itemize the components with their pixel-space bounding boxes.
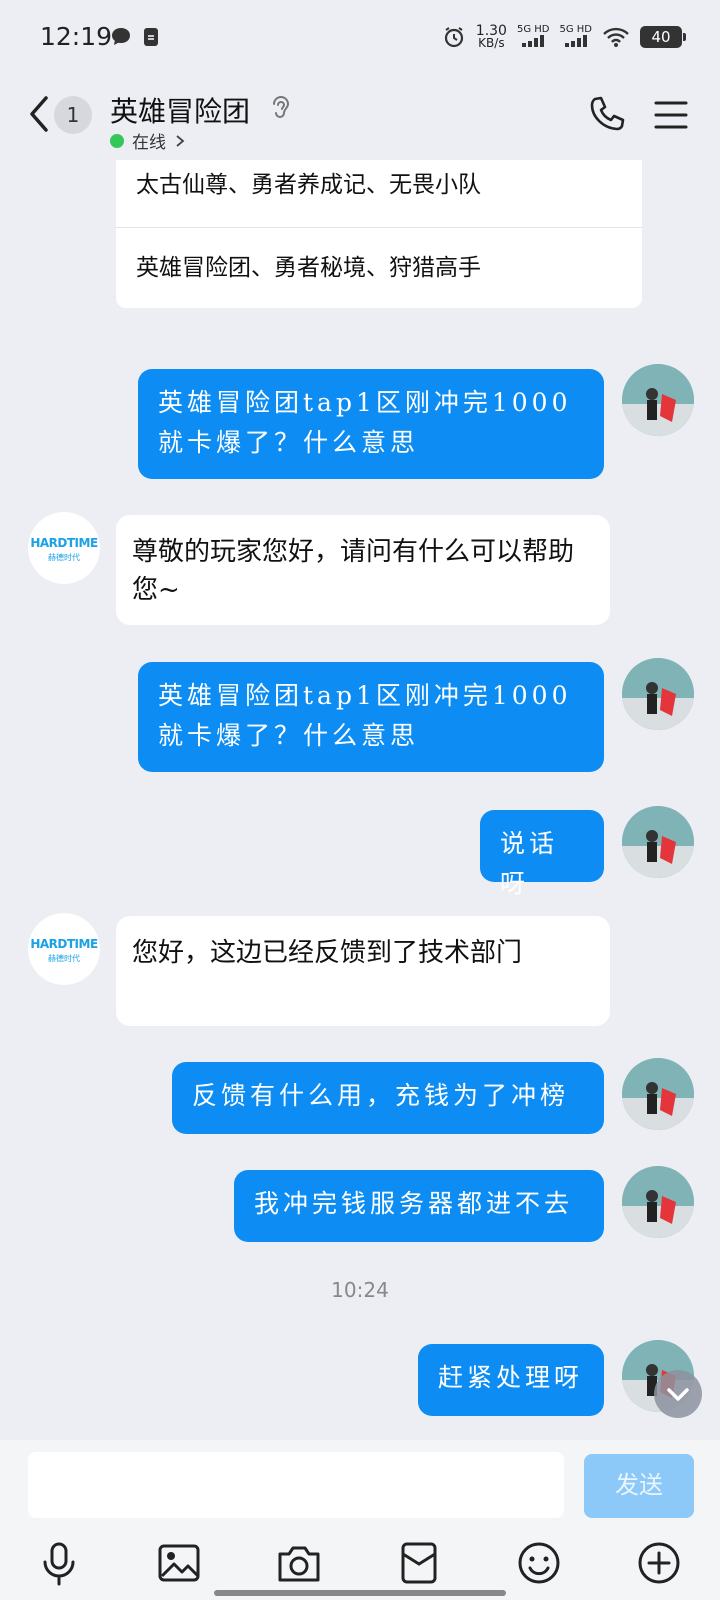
phone-icon[interactable] — [586, 94, 628, 136]
user-avatar[interactable] — [622, 364, 694, 436]
ear-icon — [273, 96, 290, 118]
network-speed: 1.30 KB/s — [475, 23, 507, 50]
bot-logo-subtext: 赫德时代 — [48, 553, 80, 562]
unread-badge[interactable]: 1 — [54, 96, 92, 134]
chat-title[interactable]: 英雄冒险团 — [110, 90, 250, 130]
bot-logo-text: HARDTIME — [30, 536, 98, 550]
chat-bubble-icon — [112, 28, 130, 45]
incoming-message[interactable]: 您好，这边已经反馈到了技术部门 — [116, 916, 610, 1026]
outgoing-message[interactable]: 英雄冒险团tap1区刚冲完1000就卡爆了？什么意思 — [138, 369, 604, 479]
chevron-right-icon — [176, 134, 185, 147]
user-avatar[interactable] — [622, 1166, 694, 1238]
signal-bars-icon — [564, 34, 587, 47]
user-avatar-image — [622, 1166, 694, 1238]
back-arrow-icon[interactable] — [24, 94, 54, 134]
bot-logo-text: HARDTIME — [30, 937, 98, 951]
image-icon[interactable] — [156, 1540, 202, 1586]
chat-header: 1 英雄冒险团 在线 — [0, 78, 720, 160]
user-avatar[interactable] — [622, 806, 694, 878]
menu-icon[interactable] — [650, 94, 692, 136]
emoji-icon[interactable] — [516, 1540, 562, 1586]
signal-2: 5G HD — [559, 24, 592, 50]
composer-area: 发送 — [0, 1440, 720, 1600]
status-bar: 12:19 1.30 KB/s 5G HD 5G HD 40 — [0, 0, 720, 78]
time-divider: 10:24 — [331, 1278, 389, 1302]
user-avatar-image — [622, 806, 694, 878]
card-row[interactable]: 太古仙尊、勇者养成记、无畏小队 — [116, 160, 642, 228]
send-button[interactable]: 发送 — [584, 1454, 694, 1518]
user-avatar[interactable] — [622, 1058, 694, 1130]
plus-icon[interactable] — [636, 1540, 682, 1586]
outgoing-message[interactable]: 赶紧处理呀 — [418, 1344, 604, 1416]
home-indicator[interactable] — [214, 1590, 506, 1596]
outgoing-message[interactable]: 我冲完钱服务器都进不去 — [234, 1170, 604, 1242]
alarm-icon — [444, 27, 463, 48]
wifi-icon — [603, 27, 629, 47]
outgoing-message[interactable]: 反馈有什么用，充钱为了冲榜 — [172, 1062, 604, 1134]
sim-icon — [144, 28, 158, 46]
scroll-to-bottom-button[interactable] — [654, 1370, 702, 1418]
chevron-down-icon — [667, 1388, 689, 1401]
card-row[interactable]: 英雄冒险团、勇者秘境、狩猎高手 — [116, 228, 642, 298]
online-dot — [110, 133, 124, 148]
outgoing-message[interactable]: 英雄冒险团tap1区刚冲完1000就卡爆了？什么意思 — [138, 662, 604, 772]
mic-icon[interactable] — [36, 1540, 82, 1586]
red-packet-icon[interactable] — [396, 1540, 442, 1586]
online-status[interactable]: 在线 — [110, 128, 186, 153]
bot-logo-subtext: 赫德时代 — [48, 954, 80, 963]
user-avatar[interactable] — [622, 658, 694, 730]
status-time: 12:19 — [40, 22, 113, 51]
outgoing-message[interactable]: 说话呀 — [480, 810, 604, 898]
online-status-label: 在线 — [132, 133, 166, 153]
bot-avatar[interactable]: HARDTIME 赫德时代 — [28, 913, 100, 985]
game-list-card: 太古仙尊、勇者养成记、无畏小队 英雄冒险团、勇者秘境、狩猎高手 — [116, 160, 642, 308]
user-avatar-image — [622, 364, 694, 436]
bot-avatar[interactable]: HARDTIME 赫德时代 — [28, 512, 100, 584]
battery-indicator: 40 — [640, 26, 686, 48]
message-input[interactable] — [28, 1452, 564, 1518]
user-avatar-image — [622, 1058, 694, 1130]
user-avatar-image — [622, 658, 694, 730]
signal-bars-icon — [522, 34, 545, 47]
camera-icon[interactable] — [276, 1540, 322, 1586]
signal-1: 5G HD — [517, 24, 549, 50]
incoming-message[interactable]: 尊敬的玩家您好，请问有什么可以帮助您~ — [116, 515, 610, 625]
